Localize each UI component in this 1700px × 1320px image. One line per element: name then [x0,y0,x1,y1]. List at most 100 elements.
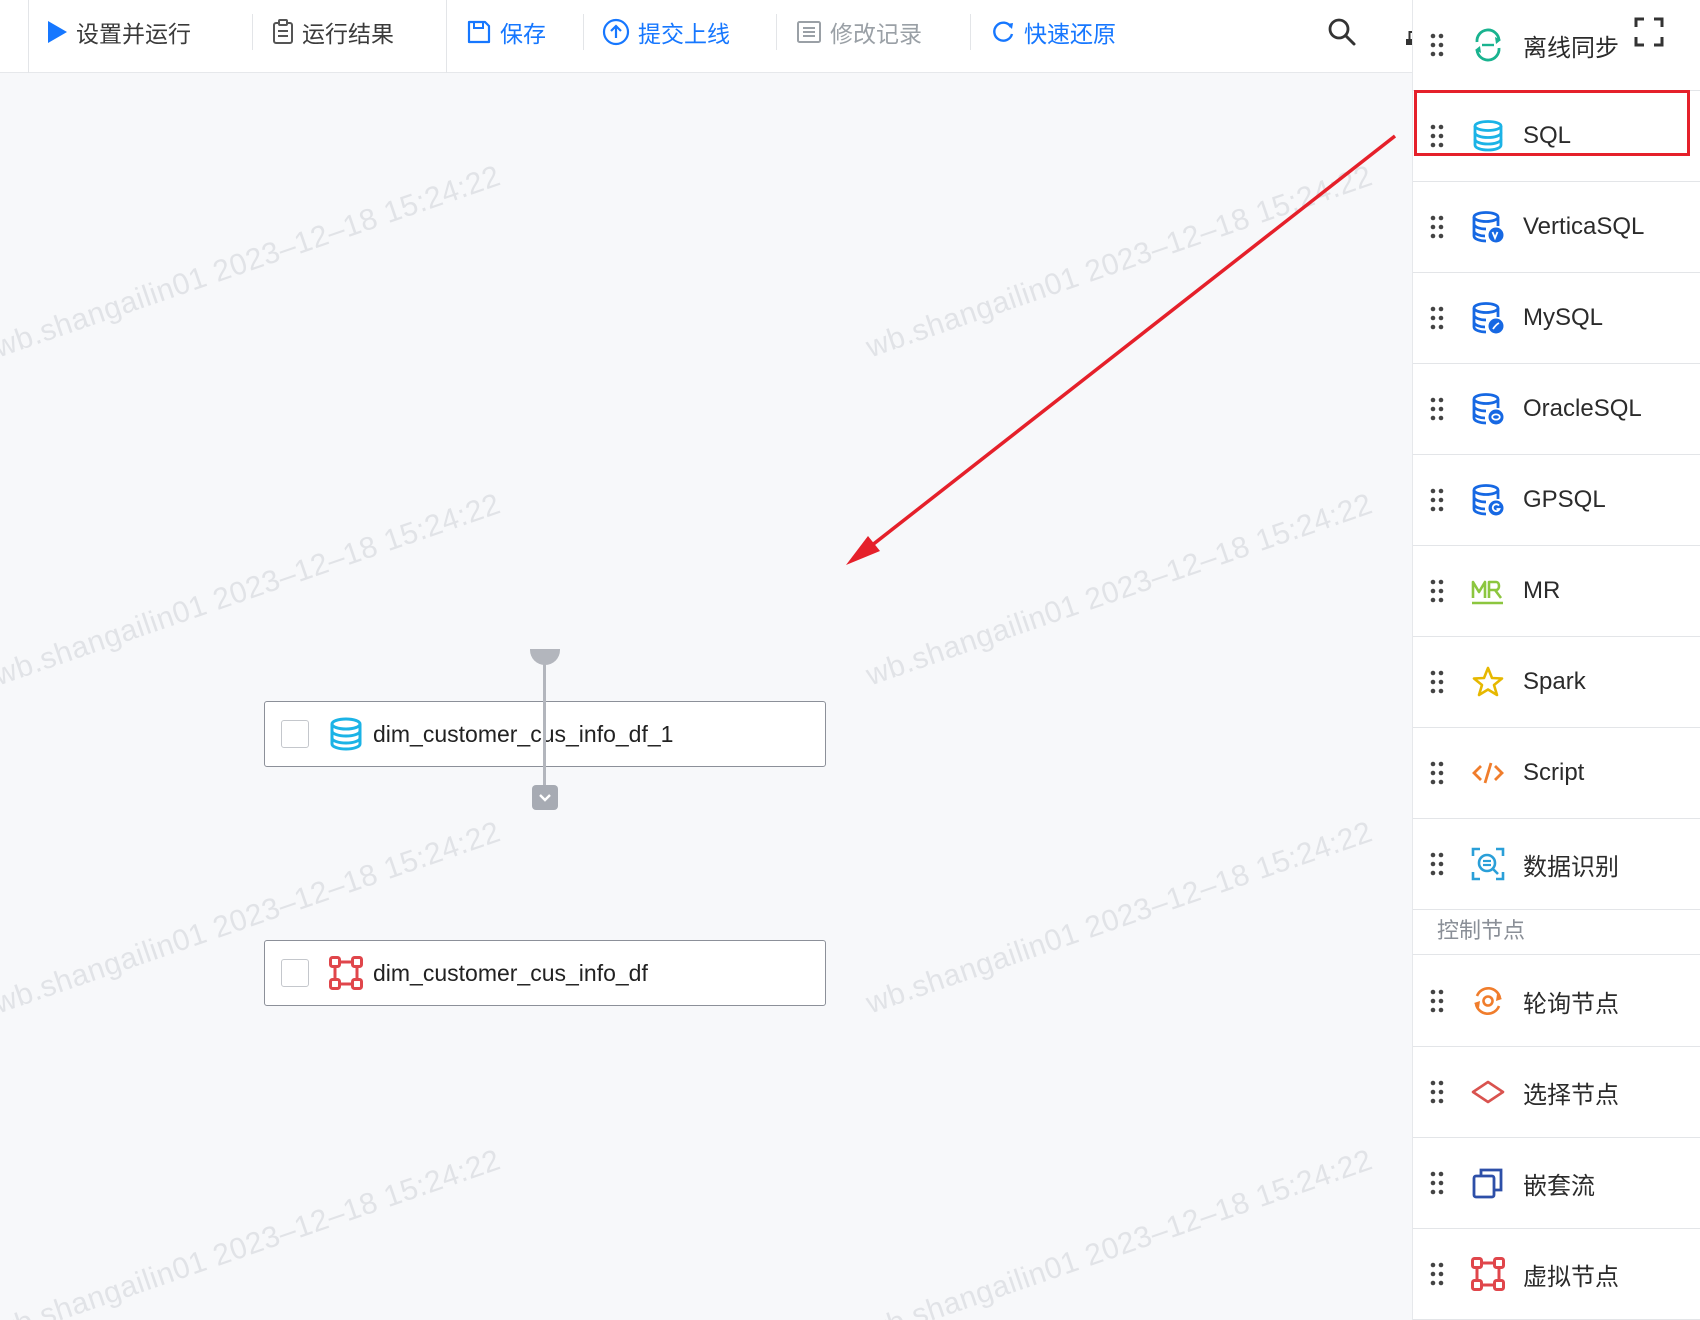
workflow-node-virtual[interactable]: dim_customer_cus_info_df [264,940,826,1006]
palette-item-label: 离线同步 [1523,34,1619,62]
drag-handle-icon [1430,488,1444,512]
refresh-icon [993,21,1014,42]
drag-handle-icon [1430,306,1444,330]
toolbar-separator [776,14,777,50]
watermark: wb.shangailin01 2023–12–18 15:24:22 [862,1143,1377,1320]
edge-connector [543,660,546,800]
list-icon [797,21,821,43]
watermark: wb.shangailin01 2023–12–18 15:24:22 [0,487,505,693]
node-palette: 离线同步 SQL VerticaSQL MySQL OracleSQL GPSQ… [1412,0,1700,1320]
save-icon [467,20,491,44]
clipboard-icon [273,19,293,44]
palette-item-label: 嵌套流 [1523,1172,1595,1200]
palette-item-choice[interactable]: 选择节点 [1413,1047,1700,1138]
palette-item-nested-flow[interactable]: 嵌套流 [1413,1138,1700,1229]
palette-item-virtual-node[interactable]: 虚拟节点 [1413,1229,1700,1320]
sql-icon [1473,120,1503,152]
drag-handle-icon [1430,1080,1444,1104]
palette-item-label: OracleSQL [1523,395,1642,422]
watermark: wb.shangailin01 2023–12–18 15:24:22 [862,159,1377,365]
palette-item-mr[interactable]: MR [1413,546,1700,637]
drag-handle-icon [1430,33,1444,57]
watermark: wb.shangailin01 2023–12–18 15:24:22 [0,1143,505,1320]
palette-item-script[interactable]: Script [1413,728,1700,819]
drag-handle-icon [1430,989,1444,1013]
toolbar-divider [28,0,29,73]
drag-handle-icon [1430,215,1444,239]
palette-item-spark[interactable]: Spark [1413,637,1700,728]
mysql-icon [1472,302,1504,334]
palette-item-gpsql[interactable]: GPSQL [1413,455,1700,546]
toolbar-divider [446,0,447,73]
input-port[interactable] [532,785,558,810]
drag-handle-icon [1430,852,1444,876]
palette-item-verticasql[interactable]: VerticaSQL [1413,182,1700,273]
code-icon [1472,762,1504,784]
palette-item-label: SQL [1523,122,1572,149]
palette-item-oraclesql[interactable]: OracleSQL [1413,364,1700,455]
toolbar-separator [252,14,253,50]
mr-icon [1471,580,1503,605]
palette-item-polling[interactable]: 轮询节点 [1413,956,1700,1047]
sql-database-icon [330,717,362,751]
run-button-label: 设置并运行 [76,21,191,47]
palette-item-label: Script [1523,759,1585,786]
chevron-down-icon [539,794,551,802]
virtual-node-icon [329,956,363,990]
palette-item-sql[interactable]: SQL [1413,91,1700,182]
change-history-label: 修改记录 [830,21,922,47]
workflow-canvas[interactable]: wb.shangailin01 2023–12–18 15:24:22 wb.s… [0,73,1412,1320]
drag-handle-icon [1430,1171,1444,1195]
palette-item-label: 虚拟节点 [1523,1263,1619,1291]
palette-item-label: 数据识别 [1523,853,1619,881]
palette-item-label: GPSQL [1523,486,1606,513]
node-label: dim_customer_cus_info_df_1 [373,720,674,747]
watermark: wb.shangailin01 2023–12–18 15:24:22 [862,487,1377,693]
drag-handle-icon [1430,579,1444,603]
gp-sql-icon [1472,484,1504,516]
drag-handle-icon [1430,761,1444,785]
node-label: dim_customer_cus_info_df [373,959,648,986]
fullscreen-icon[interactable] [1633,16,1665,48]
palette-item-label: 轮询节点 [1523,990,1619,1018]
palette-item-label: VerticaSQL [1523,213,1645,240]
toolbar-separator [583,14,584,50]
change-history-button[interactable]: 修改记录 [796,10,922,54]
upload-circle-icon [602,18,630,46]
palette-item-label: Spark [1523,668,1586,695]
quick-restore-button[interactable]: 快速还原 [990,10,1116,54]
nested-flow-icon [1472,1168,1503,1199]
run-button[interactable]: 设置并运行 [46,10,191,54]
polling-icon [1474,986,1502,1016]
star-icon [1472,666,1504,697]
virtual-node-icon [1471,1257,1505,1291]
diamond-icon [1471,1080,1505,1104]
palette-item-label: MR [1523,577,1561,604]
palette-item-label: MySQL [1523,304,1604,331]
palette-item-label: 选择节点 [1523,1081,1619,1109]
toolbar: 设置并运行 运行结果 保存 提交上线 修改记录 快速还原 [0,0,1433,73]
node-checkbox[interactable] [281,720,309,748]
drag-handle-icon [1430,670,1444,694]
watermark: wb.shangailin01 2023–12–18 15:24:22 [0,159,505,365]
quick-restore-label: 快速还原 [1024,21,1116,47]
oracle-sql-icon [1472,393,1504,425]
run-results-button[interactable]: 运行结果 [272,10,394,54]
run-results-label: 运行结果 [302,21,394,47]
offline-sync-icon [1475,28,1501,62]
data-recognition-icon [1471,847,1505,881]
submit-online-label: 提交上线 [638,21,730,47]
output-port[interactable] [530,649,560,665]
toolbar-separator [970,14,971,50]
save-button[interactable]: 保存 [466,10,546,54]
save-button-label: 保存 [500,21,546,47]
drag-handle-icon [1430,1262,1444,1286]
submit-online-button[interactable]: 提交上线 [602,10,730,54]
node-checkbox[interactable] [281,959,309,987]
palette-item-mysql[interactable]: MySQL [1413,273,1700,364]
watermark: wb.shangailin01 2023–12–18 15:24:22 [862,815,1377,1021]
palette-item-data-recognition[interactable]: 数据识别 [1413,819,1700,910]
search-icon[interactable] [1326,16,1358,48]
drag-handle-icon [1430,124,1444,148]
drag-handle-icon [1430,397,1444,421]
